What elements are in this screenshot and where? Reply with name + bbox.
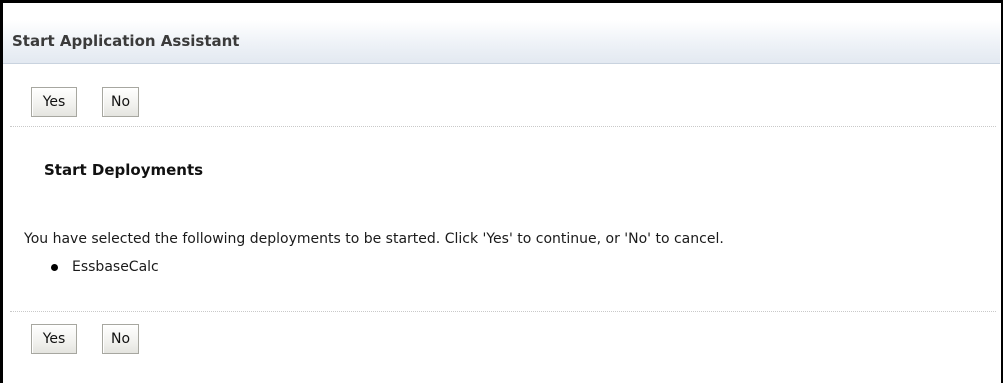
bottom-yes-button[interactable]: Yes: [31, 324, 77, 354]
bullet-icon: [51, 264, 58, 271]
top-yes-button[interactable]: Yes: [31, 87, 77, 117]
deployment-item: EssbaseCalc: [46, 256, 159, 278]
deployment-list: EssbaseCalc: [46, 256, 159, 278]
divider: [10, 126, 996, 127]
assistant-header: Start Application Assistant: [3, 20, 1000, 64]
top-no-button[interactable]: No: [102, 87, 139, 117]
deployment-name: EssbaseCalc: [72, 259, 159, 275]
confirmation-message: You have selected the following deployme…: [24, 231, 724, 247]
divider: [10, 311, 996, 312]
bottom-no-button[interactable]: No: [102, 324, 139, 354]
assistant-title: Start Application Assistant: [12, 32, 240, 50]
section-title: Start Deployments: [44, 161, 204, 179]
